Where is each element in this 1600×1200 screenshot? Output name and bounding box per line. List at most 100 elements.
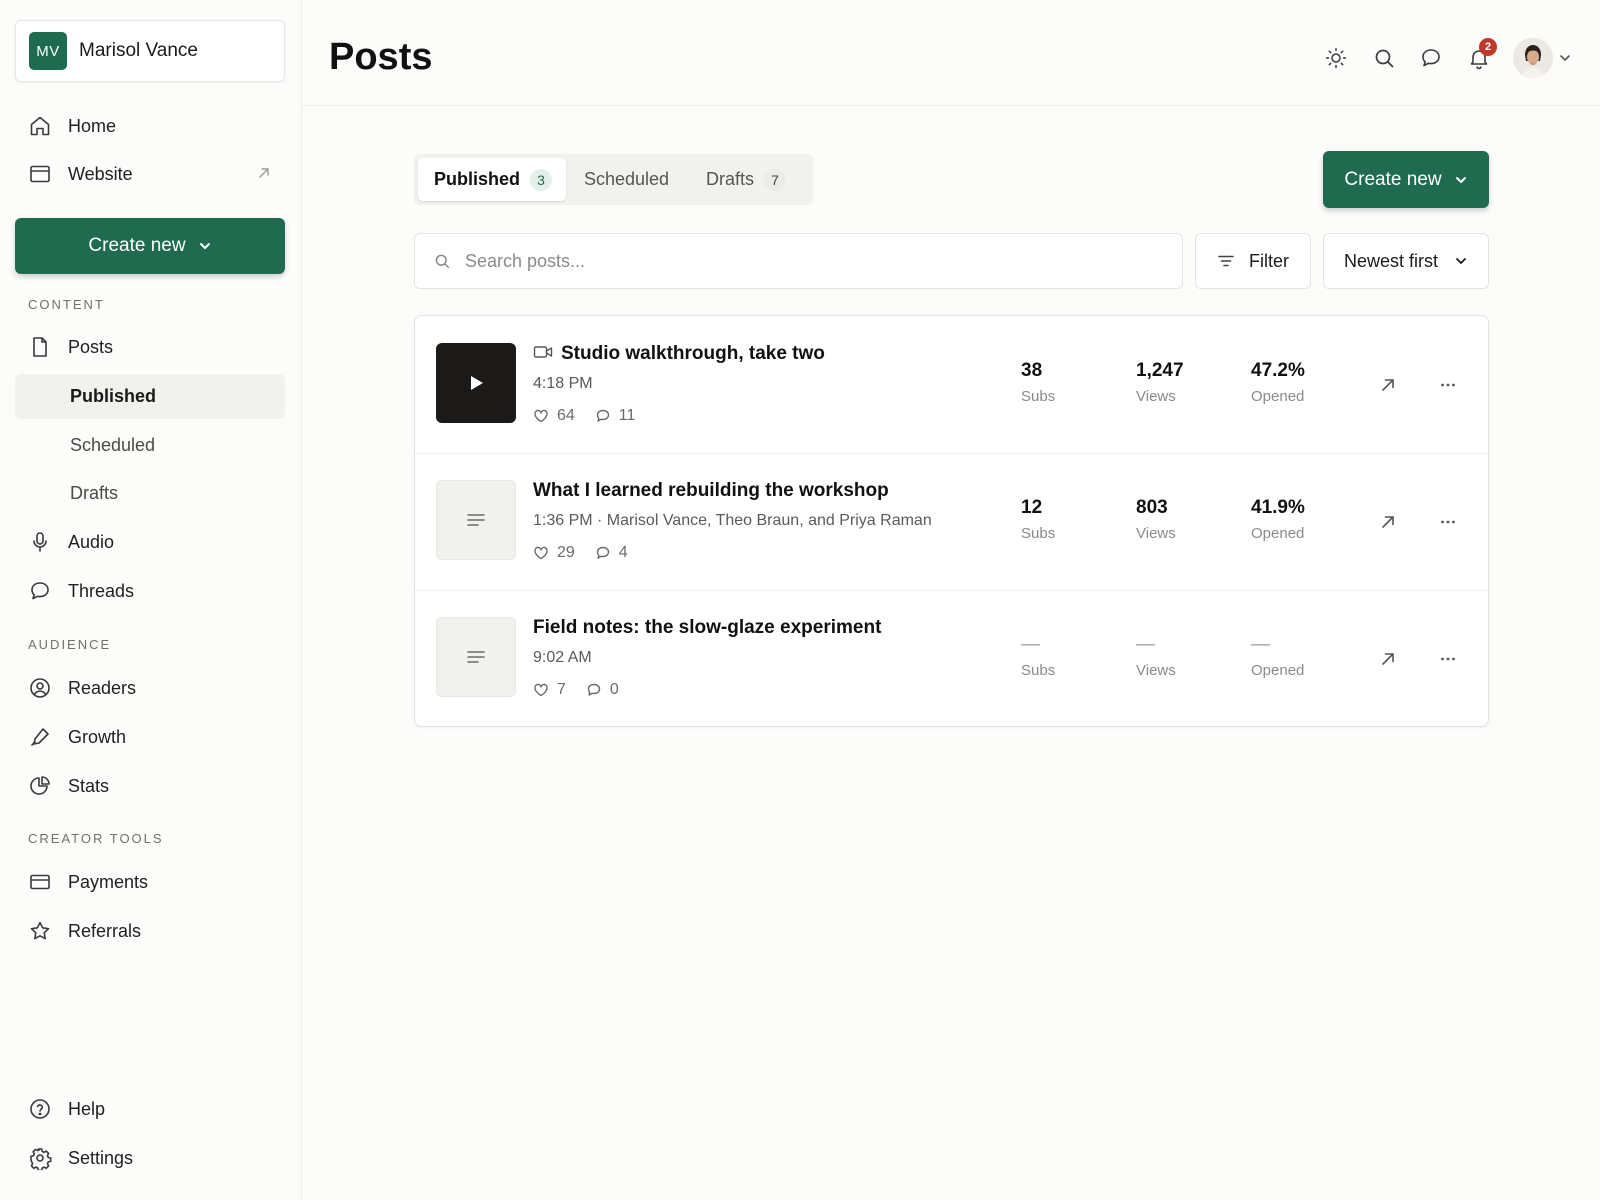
stat-views: — Views — [1136, 634, 1176, 679]
filter-lines-icon — [1218, 255, 1234, 267]
more-options-icon[interactable] — [1439, 650, 1457, 668]
sidebar-subitem-scheduled[interactable]: Scheduled — [15, 423, 285, 468]
sidebar-item-threads[interactable]: Threads — [15, 569, 285, 613]
more-options-icon[interactable] — [1439, 376, 1457, 394]
sidebar-item-growth[interactable]: Growth — [15, 715, 285, 759]
star-icon — [30, 921, 50, 940]
search-icon[interactable] — [1372, 46, 1396, 70]
account-avatar: MV — [29, 32, 67, 70]
stat-subs: 12 Subs — [1021, 497, 1055, 542]
open-external-icon[interactable] — [1379, 376, 1397, 394]
section-label-creator-tools: CREATOR TOOLS — [28, 831, 164, 846]
sidebar-item-label: Home — [68, 115, 117, 136]
post-title[interactable]: Studio walkthrough, take two — [561, 343, 825, 365]
sidebar-item-label: Help — [68, 1098, 106, 1119]
post-engagement: 29 4 — [533, 544, 628, 562]
tab-drafts[interactable]: Drafts 7 — [692, 158, 800, 201]
comment-icon — [587, 683, 601, 696]
account-switcher[interactable]: MV Marisol Vance — [15, 20, 285, 82]
sidebar-item-website[interactable]: Website — [15, 152, 285, 196]
help-circle-icon — [30, 1099, 50, 1119]
stat-subs: 38 Subs — [1021, 360, 1055, 405]
sort-dropdown[interactable]: Newest first — [1323, 233, 1489, 289]
open-external-icon[interactable] — [1379, 513, 1397, 531]
post-row[interactable]: What I learned rebuilding the workshop 1… — [415, 453, 1488, 591]
like-count: 7 — [557, 681, 566, 698]
sun-theme-toggle-icon[interactable] — [1324, 46, 1348, 70]
sidebar-item-stats[interactable]: Stats — [15, 764, 285, 808]
create-new-button[interactable]: Create new — [1323, 151, 1489, 208]
sidebar-subitem-drafts[interactable]: Drafts — [15, 471, 285, 516]
stat-opened: 47.2% Opened — [1251, 360, 1305, 405]
stat-label: Views — [1136, 662, 1176, 679]
text-post-thumbnail — [436, 617, 516, 697]
gear-icon — [30, 1148, 52, 1170]
video-thumbnail[interactable] — [436, 343, 516, 423]
more-options-icon[interactable] — [1439, 513, 1457, 531]
pen-nib-icon — [31, 728, 49, 746]
heart-icon — [534, 683, 548, 697]
sidebar-create-new-button[interactable]: Create new — [15, 218, 285, 274]
browser-window-icon — [30, 165, 50, 183]
sidebar-item-label: Audio — [68, 531, 115, 552]
search-input[interactable] — [465, 250, 1145, 272]
stat-opened: — Opened — [1251, 634, 1304, 679]
post-meta: 4:18 PM — [533, 375, 593, 392]
stat-label: Subs — [1021, 525, 1056, 542]
search-icon — [435, 254, 450, 269]
page-title: Posts — [329, 36, 433, 78]
section-label-content: CONTENT — [28, 297, 105, 312]
sidebar-item-label: Stats — [68, 775, 110, 796]
chevron-down-icon — [1455, 176, 1466, 183]
chat-bubble-icon — [31, 582, 49, 600]
search-box — [414, 233, 1183, 289]
sidebar-item-settings[interactable]: Settings — [15, 1136, 285, 1180]
tab-published[interactable]: Published 3 — [418, 158, 566, 201]
sidebar-item-label: Growth — [68, 726, 127, 747]
pie-chart-icon — [30, 776, 50, 795]
post-status-tabs: Published 3 Scheduled Drafts 7 — [414, 154, 813, 205]
chevron-down-icon — [199, 243, 210, 249]
sidebar-item-help[interactable]: Help — [15, 1087, 285, 1131]
chevron-down-icon[interactable] — [1558, 51, 1572, 65]
post-engagement: 64 11 — [533, 407, 635, 425]
sidebar-item-label: Website — [68, 163, 133, 184]
stat-value: 47.2% — [1251, 360, 1305, 381]
chevron-down-icon — [1456, 258, 1466, 264]
sidebar-item-payments[interactable]: Payments — [15, 860, 285, 904]
chat-bubble-icon[interactable] — [1419, 46, 1443, 70]
comment-icon — [596, 546, 609, 559]
post-meta: 9:02 AM — [533, 649, 592, 666]
sidebar-item-label: Readers — [68, 677, 137, 698]
tab-label: Published — [434, 169, 521, 189]
post-row[interactable]: Field notes: the slow-glaze experiment 9… — [415, 590, 1488, 726]
open-external-icon[interactable] — [1379, 650, 1397, 668]
post-title[interactable]: What I learned rebuilding the workshop — [533, 480, 889, 502]
sidebar-subitem-published[interactable]: Published — [15, 374, 285, 419]
sidebar-item-readers[interactable]: Readers — [15, 666, 285, 710]
user-portrait-image — [1513, 38, 1553, 78]
post-title[interactable]: Field notes: the slow-glaze experiment — [533, 617, 881, 639]
sort-label: Newest first — [1343, 250, 1439, 271]
sidebar-item-referrals[interactable]: Referrals — [15, 909, 285, 953]
sidebar-item-label: Settings — [68, 1147, 134, 1168]
document-icon — [33, 337, 47, 357]
sidebar-item-label: Posts — [68, 336, 114, 357]
home-icon — [30, 116, 50, 136]
post-row[interactable]: Studio walkthrough, take two 4:18 PM 64 … — [415, 316, 1488, 454]
post-engagement: 7 0 — [533, 681, 619, 699]
stat-label: Opened — [1251, 388, 1305, 405]
filter-button[interactable]: Filter — [1195, 233, 1311, 289]
sidebar-item-home[interactable]: Home — [15, 104, 285, 148]
user-avatar[interactable] — [1513, 38, 1553, 78]
sidebar-item-label: Referrals — [68, 920, 142, 941]
sidebar: MV Marisol Vance Home Website Create new… — [0, 0, 302, 1200]
comment-count: 0 — [609, 681, 619, 698]
text-lines-icon — [467, 651, 485, 663]
tab-label: Drafts — [706, 169, 755, 189]
stat-label: Opened — [1251, 662, 1305, 679]
sidebar-item-audio[interactable]: Audio — [15, 520, 285, 564]
tab-scheduled[interactable]: Scheduled — [570, 158, 683, 201]
comment-count: 4 — [618, 544, 628, 561]
sidebar-item-posts[interactable]: Posts — [15, 325, 285, 369]
